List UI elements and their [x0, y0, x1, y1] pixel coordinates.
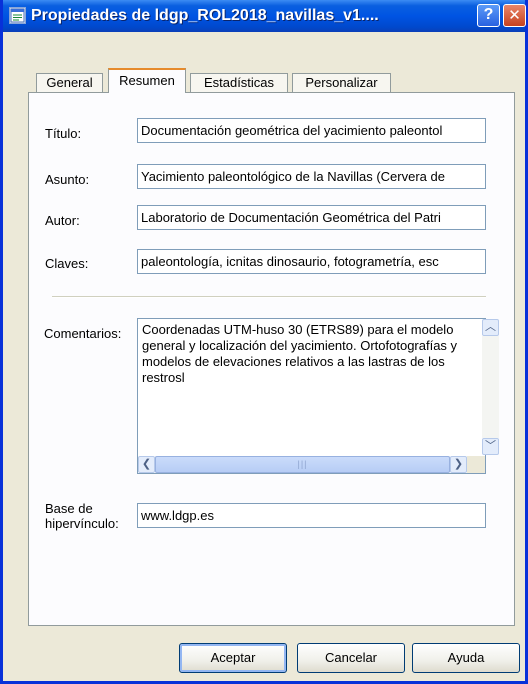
tab-estadisticas[interactable]: Estadísticas: [190, 73, 288, 92]
claves-field[interactable]: paleontología, icnitas dinosaurio, fotog…: [137, 249, 486, 274]
scroll-up-icon[interactable]: ︿: [482, 319, 499, 336]
asunto-label: Asunto:: [45, 172, 90, 187]
comentarios-label: Comentarios:: [44, 326, 122, 341]
comentarios-vertical-scrollbar[interactable]: ︿ ﹀: [482, 319, 499, 455]
comentarios-text: Coordenadas UTM-huso 30 (ETRS89) para el…: [142, 322, 458, 385]
hipervinculo-field[interactable]: www.ldgp.es: [137, 503, 486, 528]
asunto-field[interactable]: Yacimiento paleontológico de la Navillas…: [137, 164, 486, 189]
scroll-down-icon[interactable]: ﹀: [482, 438, 499, 455]
comentarios-field[interactable]: Coordenadas UTM-huso 30 (ETRS89) para el…: [137, 318, 486, 474]
claves-label: Claves:: [45, 256, 89, 271]
accept-button[interactable]: Aceptar: [179, 643, 287, 673]
hipervinculo-label-line2: hipervínculo:: [45, 516, 119, 531]
tab-strip: General Resumen Estadísticas Personaliza…: [3, 68, 525, 93]
scroll-left-icon[interactable]: ❮: [138, 456, 155, 473]
hipervinculo-label-line1: Base de: [45, 501, 93, 516]
comentarios-horizontal-scrollbar[interactable]: ❮ ||| ❯: [138, 456, 467, 473]
close-icon[interactable]: ✕: [503, 4, 526, 27]
tab-personalizar[interactable]: Personalizar: [292, 73, 391, 92]
cancel-button[interactable]: Cancelar: [297, 643, 405, 673]
separator: [52, 296, 486, 298]
document-properties-icon: [9, 7, 26, 24]
scroll-corner: [467, 456, 485, 473]
vertical-scroll-track[interactable]: [482, 336, 499, 438]
autor-field[interactable]: Laboratorio de Documentación Geométrica …: [137, 205, 486, 230]
titulo-field[interactable]: Documentación geométrica del yacimiento …: [137, 118, 486, 143]
title-bar[interactable]: Propiedades de ldgp_ROL2018_navillas_v1.…: [3, 0, 526, 32]
autor-label: Autor:: [45, 213, 80, 228]
help-button[interactable]: Ayuda: [412, 643, 520, 673]
tab-resumen[interactable]: Resumen: [108, 68, 186, 93]
window-title: Propiedades de ldgp_ROL2018_navillas_v1.…: [31, 7, 379, 24]
help-icon[interactable]: ?: [477, 4, 500, 27]
scroll-right-icon[interactable]: ❯: [450, 456, 467, 473]
titulo-label: Título:: [45, 126, 82, 141]
horizontal-scroll-thumb[interactable]: |||: [155, 456, 450, 473]
tab-general[interactable]: General: [36, 73, 103, 92]
